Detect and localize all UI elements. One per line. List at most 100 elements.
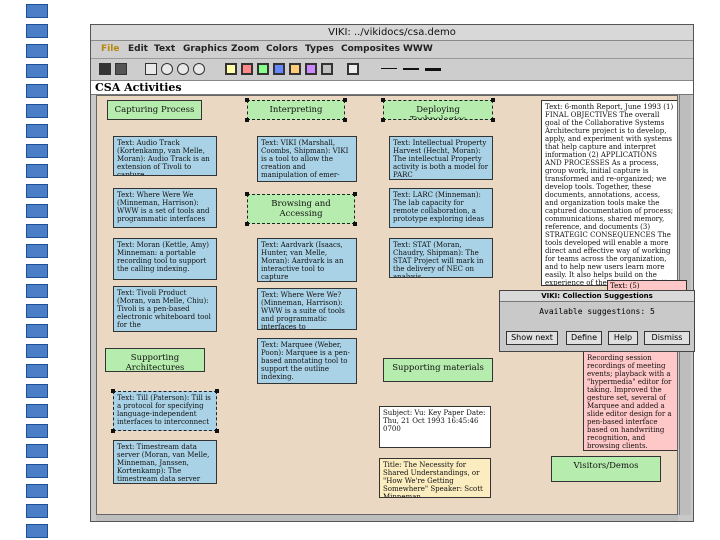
node-text: Text: VIKI (Marshall, Coombs, Shipman): … [261, 139, 349, 179]
node-text: Title: The Necessity for Shared Understa… [383, 461, 483, 498]
available-suggestions-label: Available suggestions: 5 [539, 307, 655, 316]
selection-handle[interactable] [381, 118, 385, 122]
color-swatch-red[interactable] [241, 63, 253, 75]
menu-www[interactable]: WWW [403, 44, 433, 54]
selection-handle[interactable] [491, 98, 495, 102]
collection-capturing-process[interactable]: Capturing Process [107, 100, 202, 120]
text-node-status-report[interactable]: Text: 6-month Report, June 1993 (1) FINA… [541, 100, 677, 286]
collection-browsing-accessing[interactable]: Browsing and Accessing [247, 194, 355, 224]
color-swatch-green[interactable] [257, 63, 269, 75]
collection-visitors-demos[interactable]: Visitors/Demos [551, 456, 661, 482]
selection-handle[interactable] [343, 98, 347, 102]
node-text: Text: Intellectual Property Harvest (Hec… [393, 139, 489, 179]
help-button[interactable]: Help [608, 331, 638, 345]
menu-colors[interactable]: Colors [266, 44, 298, 54]
selection-handle[interactable] [343, 118, 347, 122]
selection-handle[interactable] [491, 118, 495, 122]
square-icon[interactable] [145, 63, 157, 75]
decoration-square [26, 484, 48, 498]
text-node-tivoli[interactable]: Text: Tivoli Product (Moran, van Melle, … [113, 286, 217, 332]
selection-handle[interactable] [245, 192, 249, 196]
menu-types[interactable]: Types [305, 44, 334, 54]
slide-decoration-stripe [26, 0, 52, 540]
selection-handle[interactable] [215, 389, 219, 393]
node-text: Text: Timestream data server (Moran, van… [117, 443, 210, 483]
selection-handle[interactable] [245, 118, 249, 122]
node-text: Text: Audio Track (Kortenkamp, van Melle… [117, 139, 210, 176]
text-node-subject[interactable]: Subject: Vu: Key Paper Date: Thu, 21 Oct… [379, 406, 491, 448]
decoration-square [26, 164, 48, 178]
color-swatch-yellow[interactable] [225, 63, 237, 75]
text-node-viki[interactable]: Text: VIKI (Marshall, Coombs, Shipman): … [257, 136, 357, 182]
color-swatch-blue[interactable] [273, 63, 285, 75]
text-node-timestream[interactable]: Text: Timestream data server (Moran, van… [113, 440, 217, 484]
menu-graphics[interactable]: Graphics [183, 44, 228, 54]
text-node-where-were-we-2[interactable]: Text: Where Were We? (Minneman, Harrison… [257, 288, 357, 330]
collection-deploying-technologies[interactable]: Deploying Technologies [383, 100, 493, 120]
rotate-left-icon[interactable] [161, 63, 173, 75]
show-next-button[interactable]: Show next [506, 331, 558, 345]
selection-handle[interactable] [111, 429, 115, 433]
node-text: Text: Marquee (Weber, Poon): Marquee is … [261, 341, 350, 381]
define-button[interactable]: Define [566, 331, 602, 345]
menu-text[interactable]: Text [154, 44, 175, 54]
collection-supporting-architectures[interactable]: Supporting Architectures [105, 348, 205, 372]
collection-supporting-materials[interactable]: Supporting materials [383, 358, 493, 382]
decoration-square [26, 364, 48, 378]
refresh-icon[interactable] [193, 63, 205, 75]
decoration-square [26, 4, 48, 18]
node-label: Browsing and Accessing [271, 199, 331, 219]
text-node-till[interactable]: Text: Till (Paterson): Till is a protoco… [113, 391, 217, 431]
selection-handle[interactable] [353, 222, 357, 226]
menu-edit[interactable]: Edit [128, 44, 148, 54]
selection-handle[interactable] [245, 98, 249, 102]
menu-zoom[interactable]: Zoom [231, 44, 259, 54]
node-label: Visitors/Demos [573, 461, 639, 471]
selection-handle[interactable] [381, 98, 385, 102]
selection-handle[interactable] [353, 192, 357, 196]
text-node-title-necessity[interactable]: Title: The Necessity for Shared Understa… [379, 458, 491, 498]
color-swatch-gray[interactable] [321, 63, 333, 75]
selection-handle[interactable] [215, 429, 219, 433]
medium-line-icon[interactable] [403, 68, 419, 70]
color-swatch-orange[interactable] [289, 63, 301, 75]
decoration-square [26, 144, 48, 158]
rotate-right-icon[interactable] [177, 63, 189, 75]
selection-handle[interactable] [111, 389, 115, 393]
thin-line-icon[interactable] [381, 68, 397, 69]
node-text: Text: 6-month Report, June 1993 (1) FINA… [545, 103, 675, 286]
dismiss-button[interactable]: Dismiss [644, 331, 690, 345]
text-node-stat[interactable]: Text: STAT (Moran, Chaudry, Shipman): Th… [389, 238, 493, 278]
text-node-where-were-we[interactable]: Text: Where Were We (Minneman, Harrison)… [113, 188, 217, 228]
decoration-square [26, 44, 48, 58]
window-title: VIKI: ../vikidocs/csa.demo [91, 25, 693, 41]
text-node-audio-track[interactable]: Text: Audio Track (Kortenkamp, van Melle… [113, 136, 217, 176]
list-icon[interactable] [115, 63, 127, 75]
collection-interpreting[interactable]: Interpreting [247, 100, 345, 120]
node-label: Deploying Technologies [409, 105, 467, 120]
horizontal-scrollbar[interactable] [96, 515, 678, 521]
node-label: Supporting materials [392, 363, 484, 373]
workspace-title: CSA Activities [91, 81, 693, 95]
viki-window: VIKI: ../vikidocs/csa.demo File Edit Tex… [90, 24, 694, 522]
text-node-accomplishments-detail[interactable]: Recording session recordings of meeting … [583, 351, 677, 451]
menu-composites[interactable]: Composites [341, 44, 400, 54]
text-node-lanc[interactable]: Text: LARC (Minneman): The lab capacity … [389, 188, 493, 228]
node-text: Text: Tivoli Product (Moran, van Melle, … [117, 289, 211, 329]
text-node-ip-harvest[interactable]: Text: Intellectual Property Harvest (Hec… [389, 136, 493, 180]
decoration-square [26, 124, 48, 138]
node-text: Text: LARC (Minneman): The lab capacity … [393, 191, 485, 223]
decoration-square [26, 64, 48, 78]
menu-file[interactable]: File [101, 44, 119, 54]
decoration-square [26, 464, 48, 478]
text-node-aardvark[interactable]: Text: Aardvark (Isaacs, Hunter, van Mell… [257, 238, 357, 282]
color-swatch-purple[interactable] [305, 63, 317, 75]
text-node-moran[interactable]: Text: Moran (Kettle, Amy) Minneman: a po… [113, 238, 217, 280]
thick-line-icon[interactable] [425, 68, 441, 71]
decoration-square [26, 24, 48, 38]
text-node-marquee[interactable]: Text: Marquee (Weber, Poon): Marquee is … [257, 338, 357, 384]
color-swatch-white[interactable] [347, 63, 359, 75]
selection-handle[interactable] [245, 222, 249, 226]
collection-icon[interactable] [99, 63, 111, 75]
decoration-square [26, 284, 48, 298]
